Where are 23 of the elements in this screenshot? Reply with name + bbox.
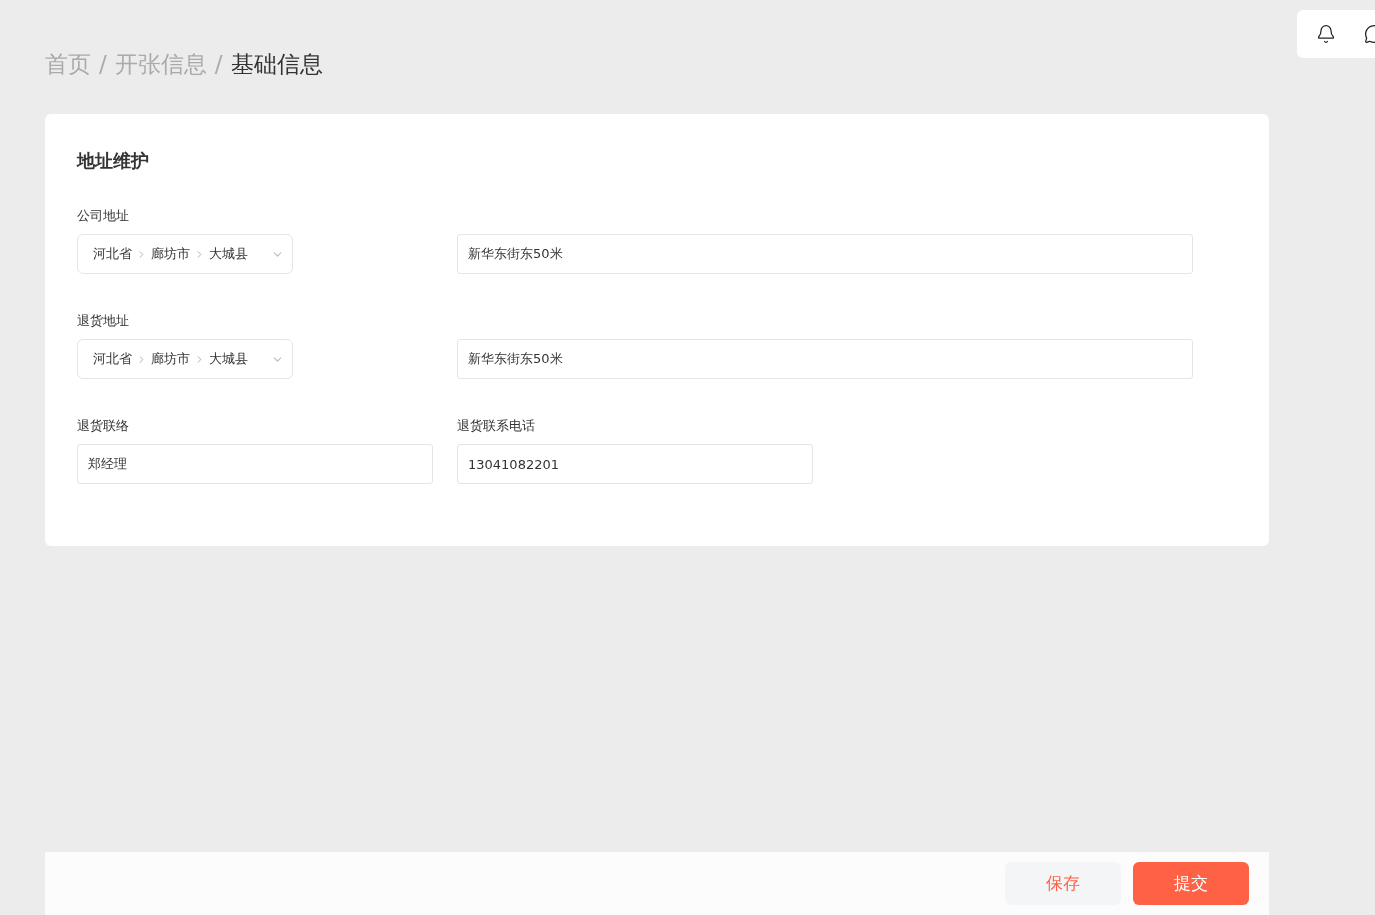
breadcrumb-item: 基础信息 [230, 49, 323, 79]
chevron-right-icon [194, 248, 205, 260]
input-field[interactable]: 新华东街东50米 [457, 339, 1193, 379]
field-label: 退货联系电话 [457, 417, 536, 435]
breadcrumb-separator: / [99, 49, 107, 79]
field-label: 退货联络 [77, 417, 130, 435]
region-part: 河北省 [93, 245, 132, 264]
region-part: 大城县 [209, 245, 248, 264]
region-part: 大城县 [209, 350, 248, 369]
field-label: 公司地址 [77, 207, 130, 225]
input-field[interactable]: 13041082201 [457, 444, 813, 484]
breadcrumb-separator: / [214, 49, 223, 79]
region-part: 廊坊市 [151, 245, 190, 264]
input-field[interactable]: 新华东街东50米 [457, 234, 1193, 274]
input-field[interactable]: 郑经理 [77, 444, 433, 484]
field-label: 退货地址 [77, 312, 130, 330]
region-select[interactable]: 河北省 廊坊市 大城县 [77, 234, 293, 274]
card-title: 地址维护 [77, 149, 150, 173]
bell-icon[interactable] [1316, 24, 1336, 44]
region-select[interactable]: 河北省 廊坊市 大城县 [77, 339, 293, 379]
region-part: 廊坊市 [151, 350, 190, 369]
region-part: 河北省 [93, 350, 132, 369]
chevron-right-icon [136, 248, 147, 260]
